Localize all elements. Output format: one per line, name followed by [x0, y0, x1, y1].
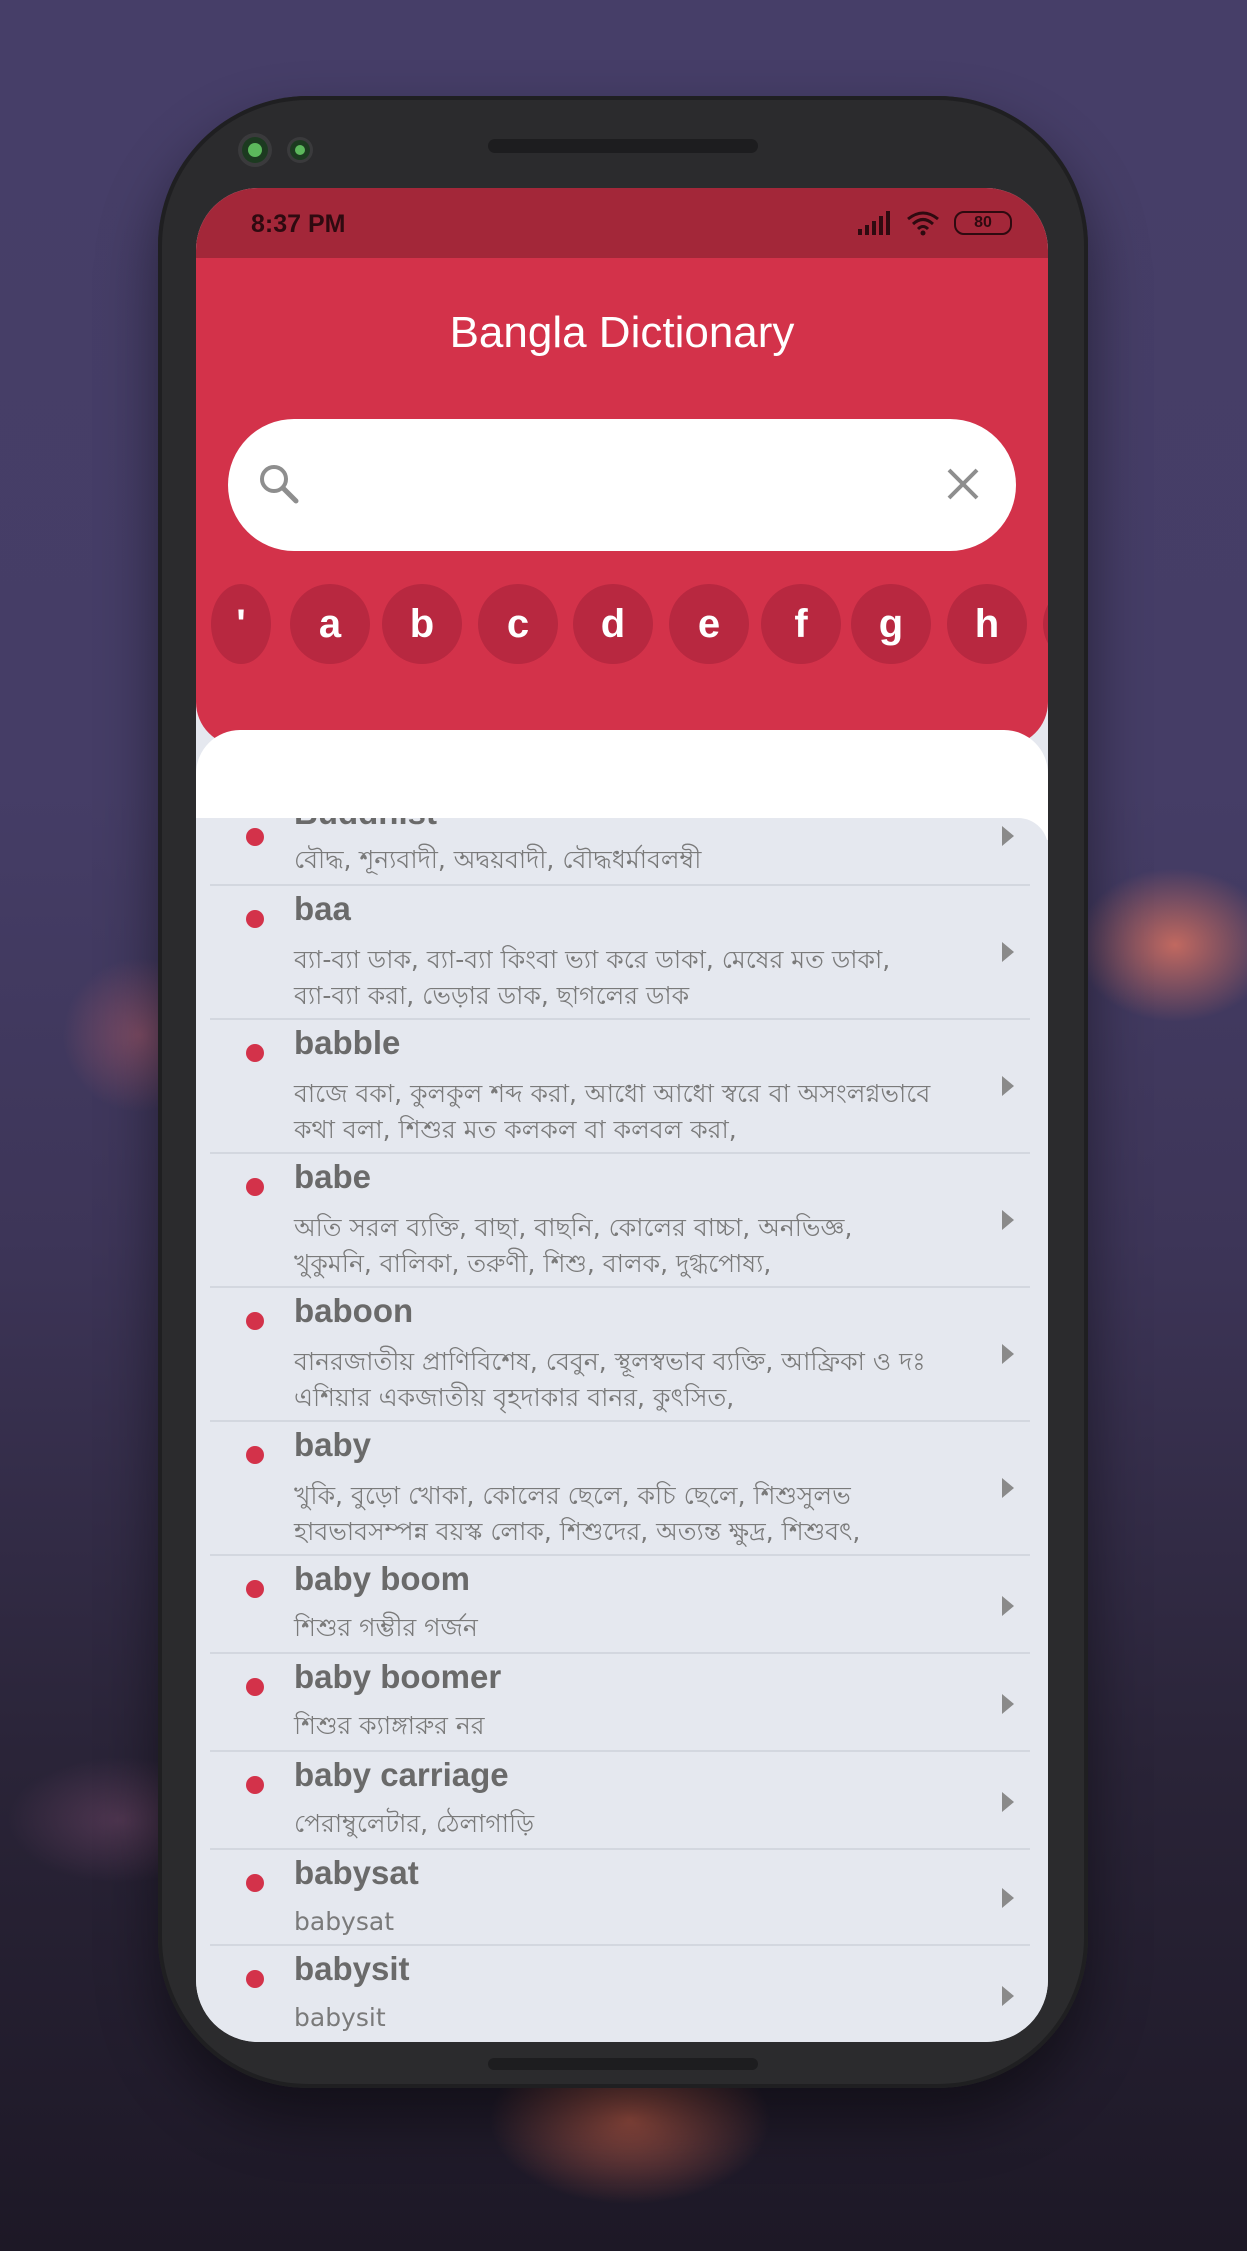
entry-word: babysat	[294, 1854, 419, 1891]
front-camera	[242, 137, 268, 163]
entry-word: Buddhist	[294, 818, 437, 832]
list-item[interactable]: baby খুকি, বুড়ো খোকা, কোলের ছেলে, কচি ছ…	[210, 1422, 1030, 1556]
caret-right-icon	[1002, 1694, 1014, 1714]
entry-word: babe	[294, 1158, 372, 1195]
wifi-icon	[907, 211, 939, 236]
word-list[interactable]: Buddhist বৌদ্ধ, শূন্যবাদী, অদ্বয়বাদী, ব…	[196, 818, 1048, 2042]
list-item[interactable]: baby carriage পেরাম্বুলেটার, ঠেলাগাড়ি	[210, 1752, 1030, 1850]
letter-b[interactable]: b	[382, 584, 462, 664]
entry-meaning: অতি সরল ব্যক্তি, বাছা, বাছনি, কোলের বাচ্…	[294, 1213, 853, 1278]
caret-right-icon	[1002, 1986, 1014, 2006]
entry-meaning: শিশুর ক্যাঙ্গারুর নর	[294, 1711, 485, 1740]
letter-c[interactable]: c	[478, 584, 558, 664]
caret-right-icon	[1002, 1596, 1014, 1616]
bottom-speaker	[488, 2058, 758, 2070]
signal-icon	[858, 211, 890, 235]
bullet-dot	[246, 1044, 264, 1062]
search-icon[interactable]	[258, 463, 300, 505]
entry-meaning: ব্যা-ব্যা ডাক, ব্যা-ব্যা কিংবা ভ্যা করে …	[294, 945, 891, 1010]
status-time: 8:37 PM	[251, 210, 346, 238]
bullet-dot	[246, 1874, 264, 1892]
bullet-dot	[246, 1580, 264, 1598]
earpiece-speaker	[488, 139, 758, 153]
entry-meaning: বানরজাতীয় প্রাণিবিশেষ, বেবুন, স্থূলস্বভ…	[294, 1347, 926, 1412]
caret-right-icon	[1002, 942, 1014, 962]
bullet-dot	[246, 1312, 264, 1330]
bullet-dot	[246, 1776, 264, 1794]
caret-right-icon	[1002, 1076, 1014, 1096]
letter-h[interactable]: h	[947, 584, 1027, 664]
entry-meaning: বৌদ্ধ, শূন্যবাদী, অদ্বয়বাদী, বৌদ্ধধর্মা…	[294, 845, 702, 874]
sensor	[290, 140, 310, 160]
bullet-dot	[246, 1446, 264, 1464]
entry-word: baby	[294, 1426, 372, 1463]
bullet-dot	[246, 1678, 264, 1696]
alphabet-filter: ' a b c d e f g h	[196, 584, 1048, 664]
entry-word: baby carriage	[294, 1756, 509, 1793]
entry-word: baby boomer	[294, 1658, 502, 1695]
entry-word: baa	[294, 890, 351, 927]
caret-right-icon	[1002, 1888, 1014, 1908]
bullet-dot	[246, 1970, 264, 1988]
letter-e[interactable]: e	[669, 584, 749, 664]
list-item[interactable]: babe অতি সরল ব্যক্তি, বাছা, বাছনি, কোলের…	[210, 1154, 1030, 1288]
entry-word: baby boom	[294, 1560, 471, 1597]
entry-meaning: বাজে বকা, কুলকুল শব্দ করা, আধো আধো স্বরে…	[294, 1079, 931, 1144]
status-icons: 80	[858, 210, 1012, 236]
status-bar: 8:37 PM 80	[196, 188, 1048, 258]
letter-apostrophe[interactable]: '	[211, 584, 271, 664]
entry-meaning: পেরাম্বুলেটার, ঠেলাগাড়ি	[294, 1809, 535, 1838]
list-item[interactable]: Buddhist বৌদ্ধ, শূন্যবাদী, অদ্বয়বাদী, ব…	[210, 818, 1030, 886]
app-screen: 8:37 PM 80 Bangla Dictionary ' a b c d e…	[196, 188, 1048, 2042]
letter-next-partial[interactable]	[1043, 584, 1048, 664]
bullet-dot	[246, 828, 264, 846]
letter-a[interactable]: a	[290, 584, 370, 664]
caret-right-icon	[1002, 826, 1014, 846]
caret-right-icon	[1002, 1210, 1014, 1230]
list-item[interactable]: baboon বানরজাতীয় প্রাণিবিশেষ, বেবুন, স্…	[210, 1288, 1030, 1422]
list-item[interactable]: baa ব্যা-ব্যা ডাক, ব্যা-ব্যা কিংবা ভ্যা …	[210, 886, 1030, 1020]
battery-icon: 80	[954, 211, 1012, 235]
entry-meaning: babysat	[294, 1907, 394, 1936]
entry-word: babysit	[294, 1950, 410, 1987]
app-header: Bangla Dictionary ' a b c d e f g h	[196, 258, 1048, 746]
entry-meaning: শিশুর গম্ভীর গর্জন	[294, 1613, 478, 1642]
close-icon[interactable]	[946, 467, 980, 501]
entry-meaning: খুকি, বুড়ো খোকা, কোলের ছেলে, কচি ছেলে, …	[294, 1481, 861, 1546]
letter-f[interactable]: f	[761, 584, 841, 664]
search-bar	[228, 419, 1016, 551]
entry-meaning: babysit	[294, 2003, 386, 2032]
bullet-dot	[246, 910, 264, 928]
entry-word: baboon	[294, 1292, 414, 1329]
entry-word: babble	[294, 1024, 401, 1061]
list-item[interactable]: baby boom শিশুর গম্ভীর গর্জন	[210, 1556, 1030, 1654]
letter-g[interactable]: g	[851, 584, 931, 664]
caret-right-icon	[1002, 1792, 1014, 1812]
search-input[interactable]	[320, 449, 884, 521]
app-title: Bangla Dictionary	[449, 308, 795, 357]
caret-right-icon	[1002, 1344, 1014, 1364]
bullet-dot	[246, 1178, 264, 1196]
caret-right-icon	[1002, 1478, 1014, 1498]
list-item[interactable]: babysat babysat	[210, 1850, 1030, 1946]
list-item[interactable]: baby boomer শিশুর ক্যাঙ্গারুর নর	[210, 1654, 1030, 1752]
list-item[interactable]: babysit babysit	[210, 1946, 1030, 2042]
letter-d[interactable]: d	[573, 584, 653, 664]
list-item[interactable]: babble বাজে বকা, কুলকুল শব্দ করা, আধো আধ…	[210, 1020, 1030, 1154]
